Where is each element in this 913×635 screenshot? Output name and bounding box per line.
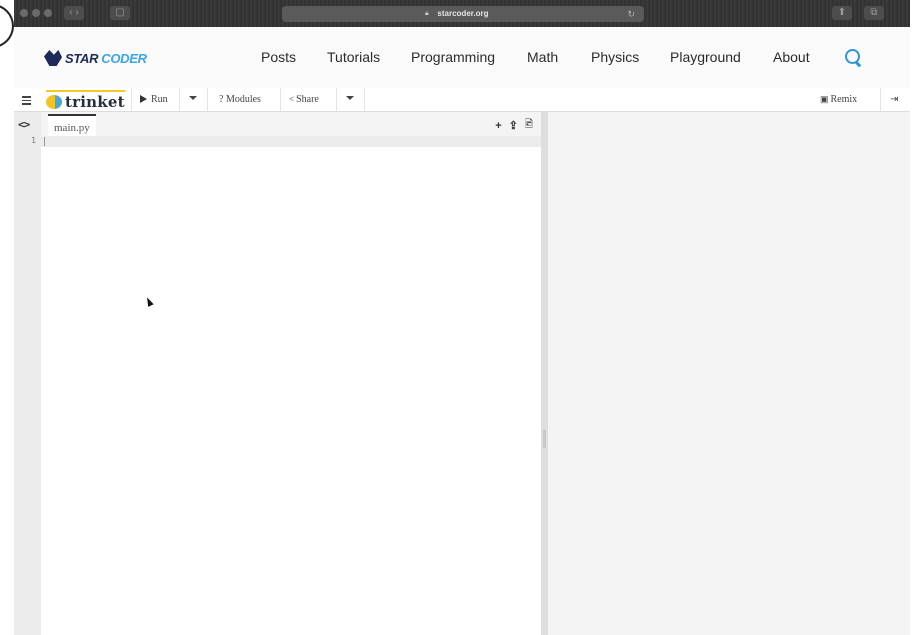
window-close-dot[interactable] [20,9,28,17]
share-icon: < [289,94,295,104]
trinket-logo-icon [46,94,62,109]
file-tab-main-py[interactable]: main.py [48,114,96,138]
url-text: starcoder.org [437,9,489,18]
modules-button[interactable]: ? Modules [219,88,261,111]
nav-playground[interactable]: Playground [670,49,741,66]
run-options-dropdown[interactable] [189,88,197,111]
nav-posts[interactable]: Posts [261,49,296,66]
active-line-highlight [41,136,541,147]
text-cursor [44,137,45,146]
share-options-dropdown[interactable] [346,88,354,111]
logo-mark-icon [44,50,62,66]
address-bar[interactable]: 🔒︎ starcoder.org ↻ [282,6,644,22]
output-panel [548,112,910,635]
file-tools: + ⇪ 🖻︎ [495,117,533,134]
reload-icon[interactable]: ↻ [627,6,635,22]
code-input-area[interactable] [41,147,541,635]
upload-icon[interactable]: ⇪ [509,119,518,132]
site-header: STAR CODER Posts Tutorials Programming M… [14,27,910,89]
run-label: Run [151,94,168,105]
chevron-down-icon [189,96,197,100]
menu-icon[interactable] [20,88,34,111]
nav-about[interactable]: About [773,49,810,66]
code-toggle-icon[interactable]: <> [18,118,30,131]
nav-tutorials[interactable]: Tutorials [327,49,380,66]
starcoder-logo[interactable]: STAR CODER [44,49,147,67]
remix-button[interactable]: ▣ Remix [820,88,857,111]
remix-label: Remix [830,94,858,105]
left-screen-edge [0,0,14,635]
window-minimize-dot[interactable] [32,9,40,17]
play-icon [140,95,147,103]
share-button[interactable]: < Share [289,88,319,111]
login-icon[interactable]: ⇥ [890,88,898,111]
image-icon[interactable]: 🖻︎ [525,117,533,134]
add-file-icon[interactable]: + [495,120,501,132]
code-editor: <> 1 main.py + ⇪ 🖻︎ [14,112,541,635]
trinket-brand-text: trinket [65,92,125,111]
trinket-brand[interactable]: trinket [46,90,125,111]
window-maximize-dot[interactable] [44,9,52,17]
share-browser-icon[interactable]: ⬆ [832,6,852,20]
run-button[interactable]: Run [140,88,168,111]
share-label: Share [296,94,319,105]
file-tab-bar: main.py + ⇪ 🖻︎ [41,112,541,138]
trinket-toolbar: trinket Run ? Modules < Share ▣ Remix ⇥ [14,88,910,112]
search-icon[interactable] [845,49,860,64]
pane-resize-handle[interactable] [541,112,548,635]
save-icon: ▣ [820,94,829,104]
back-button[interactable]: ‹ › [64,6,84,20]
nav-physics[interactable]: Physics [591,49,639,66]
nav-math[interactable]: Math [527,49,558,66]
logo-star-text: STAR [65,50,99,66]
tabs-overview-icon[interactable]: ⧉ [864,6,884,20]
line-gutter: <> 1 [14,112,41,635]
logo-coder-text: CODER [101,50,147,66]
browser-chrome: ‹ › ▢ 🔒︎ starcoder.org ↻ ⬆ ⧉ [14,0,910,27]
nav-programming[interactable]: Programming [411,49,495,66]
sidebar-toggle-icon[interactable]: ▢ [110,6,130,20]
line-number: 1 [31,136,36,145]
chevron-down-icon [346,96,354,100]
